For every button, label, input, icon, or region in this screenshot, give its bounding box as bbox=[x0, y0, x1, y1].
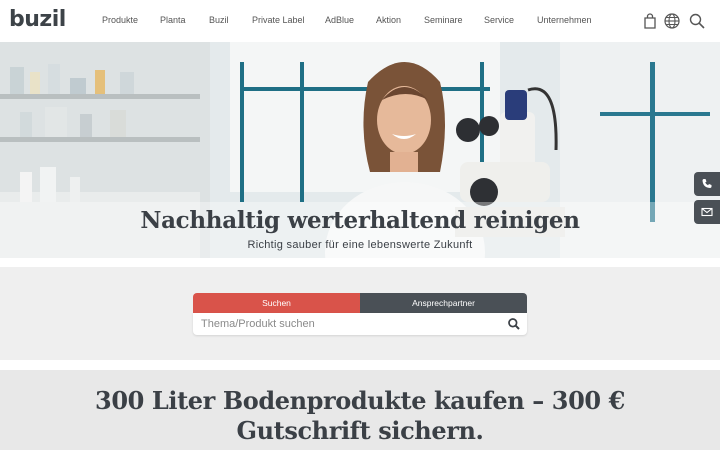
phone-contact-button[interactable] bbox=[694, 172, 720, 196]
nav-item-produkte[interactable]: Produkte bbox=[102, 15, 138, 25]
promo-title: 300 Liter Bodenprodukte kaufen – 300 € G… bbox=[0, 386, 720, 446]
promo-title-line-1: 300 Liter Bodenprodukte kaufen – 300 € bbox=[95, 386, 625, 415]
search-input[interactable] bbox=[201, 315, 501, 333]
globe-icon[interactable] bbox=[663, 12, 681, 30]
nav-item-planta[interactable]: Planta bbox=[160, 15, 186, 25]
main-nav: Produkte Planta Buzil Private Label AdBl… bbox=[0, 0, 720, 42]
nav-item-seminare[interactable]: Seminare bbox=[424, 15, 463, 25]
promo-title-line-2: Gutschrift sichern. bbox=[236, 416, 484, 445]
nav-item-adblue[interactable]: AdBlue bbox=[325, 15, 354, 25]
tab-suchen[interactable]: Suchen bbox=[193, 293, 360, 313]
phone-icon bbox=[702, 179, 712, 188]
promo-section: 300 Liter Bodenprodukte kaufen – 300 € G… bbox=[0, 370, 720, 450]
nav-item-buzil[interactable]: Buzil bbox=[209, 15, 229, 25]
search-tabs: Suchen Ansprechpartner bbox=[193, 293, 527, 313]
nav-item-unternehmen[interactable]: Unternehmen bbox=[537, 15, 592, 25]
search-box bbox=[193, 313, 527, 335]
hero-subtitle: Richtig sauber für eine lebenswerte Zuku… bbox=[247, 239, 473, 251]
mail-contact-button[interactable] bbox=[694, 200, 720, 224]
nav-item-service[interactable]: Service bbox=[484, 15, 514, 25]
hero-banner: Nachhaltig werterhaltend reinigen Richti… bbox=[0, 42, 720, 258]
nav-item-aktion[interactable]: Aktion bbox=[376, 15, 401, 25]
hero-title: Nachhaltig werterhaltend reinigen bbox=[140, 207, 580, 234]
site-header: buzil Produkte Planta Buzil Private Labe… bbox=[0, 0, 720, 42]
tab-ansprechpartner[interactable]: Ansprechpartner bbox=[360, 293, 527, 313]
nav-item-private-label[interactable]: Private Label bbox=[252, 15, 305, 25]
search-icon[interactable] bbox=[688, 12, 706, 30]
search-section: Suchen Ansprechpartner bbox=[0, 267, 720, 360]
search-submit-icon[interactable] bbox=[507, 317, 521, 331]
shopping-bag-icon[interactable] bbox=[641, 12, 659, 30]
mail-icon bbox=[701, 207, 713, 217]
